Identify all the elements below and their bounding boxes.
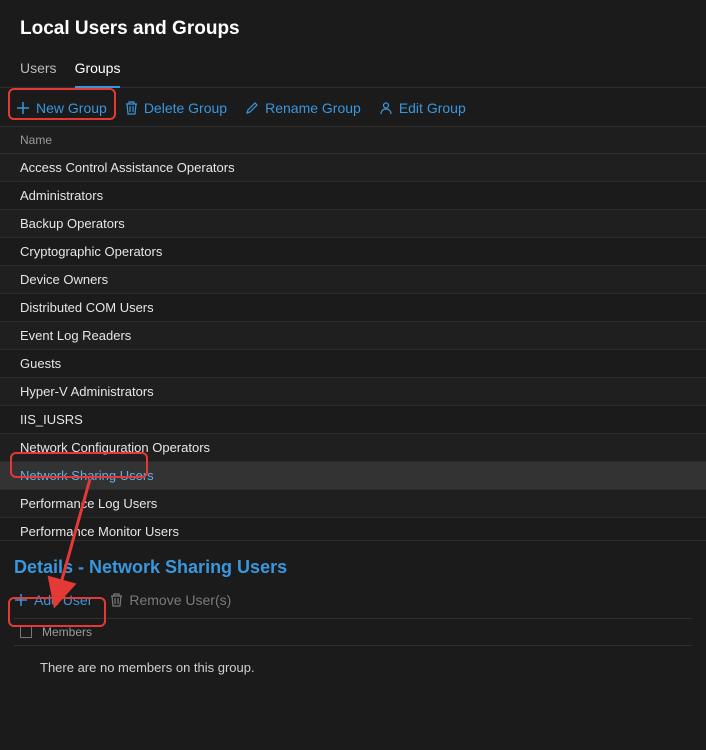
tabs: Users Groups <box>0 52 706 88</box>
add-user-button[interactable]: Add User <box>14 592 92 608</box>
select-all-checkbox[interactable] <box>20 626 32 638</box>
rename-group-label: Rename Group <box>265 100 361 116</box>
trash-icon <box>125 101 138 115</box>
details-toolbar: Add User Remove User(s) <box>14 592 692 608</box>
tab-groups[interactable]: Groups <box>75 52 121 88</box>
remove-users-label: Remove User(s) <box>129 592 231 608</box>
remove-users-button[interactable]: Remove User(s) <box>110 592 231 608</box>
details-title-name: Network Sharing Users <box>89 557 287 577</box>
group-row[interactable]: Backup Operators <box>0 210 706 238</box>
group-row[interactable]: Network Sharing Users <box>0 462 706 490</box>
group-row[interactable]: Performance Log Users <box>0 490 706 518</box>
delete-group-button[interactable]: Delete Group <box>125 100 227 116</box>
plus-icon <box>16 101 30 115</box>
delete-group-label: Delete Group <box>144 100 227 116</box>
group-row[interactable]: Access Control Assistance Operators <box>0 154 706 182</box>
tab-users[interactable]: Users <box>20 52 57 87</box>
new-group-button[interactable]: New Group <box>16 100 107 116</box>
members-header-label: Members <box>42 625 92 639</box>
plus-icon <box>14 593 28 607</box>
group-row[interactable]: Network Configuration Operators <box>0 434 706 462</box>
edit-group-button[interactable]: Edit Group <box>379 100 466 116</box>
person-icon <box>379 101 393 115</box>
trash-icon <box>110 593 123 607</box>
group-row[interactable]: Cryptographic Operators <box>0 238 706 266</box>
group-row[interactable]: Device Owners <box>0 266 706 294</box>
edit-group-label: Edit Group <box>399 100 466 116</box>
page-title: Local Users and Groups <box>20 18 686 40</box>
group-row[interactable]: Distributed COM Users <box>0 294 706 322</box>
details-title: Details - Network Sharing Users <box>14 557 692 578</box>
group-row[interactable]: Administrators <box>0 182 706 210</box>
group-row[interactable]: Hyper-V Administrators <box>0 378 706 406</box>
add-user-label: Add User <box>34 592 92 608</box>
group-row[interactable]: Guests <box>0 350 706 378</box>
members-column-header: Members <box>14 618 692 646</box>
pencil-icon <box>245 101 259 115</box>
column-header-name[interactable]: Name <box>0 126 706 154</box>
group-row[interactable]: Event Log Readers <box>0 322 706 350</box>
details-panel: Details - Network Sharing Users Add User… <box>0 540 706 750</box>
group-list: Access Control Assistance OperatorsAdmin… <box>0 154 706 546</box>
group-row[interactable]: IIS_IUSRS <box>0 406 706 434</box>
details-title-prefix: Details - <box>14 557 89 577</box>
new-group-label: New Group <box>36 100 107 116</box>
toolbar: New Group Delete Group Rename Group Edit… <box>0 88 706 126</box>
members-empty-message: There are no members on this group. <box>14 646 692 689</box>
rename-group-button[interactable]: Rename Group <box>245 100 361 116</box>
